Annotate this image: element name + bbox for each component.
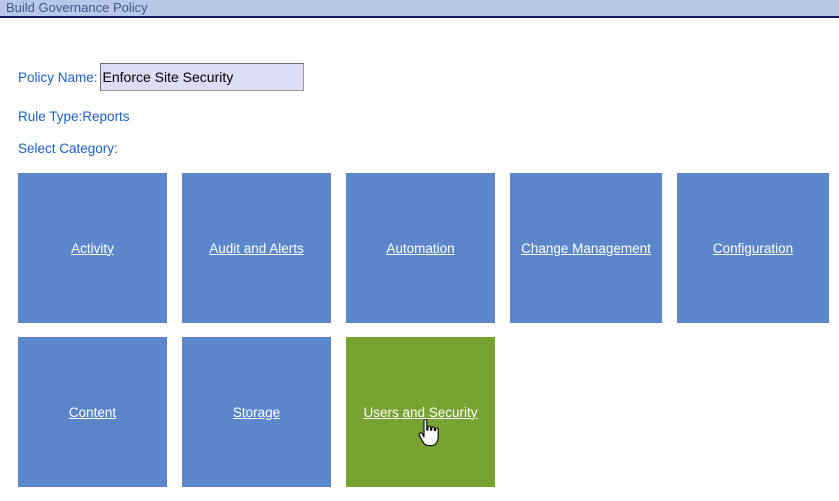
category-tile-activity[interactable]: Activity: [18, 173, 167, 323]
policy-name-input[interactable]: [99, 63, 304, 91]
category-tile-grid: Activity Audit and Alerts Automation Cha…: [18, 173, 839, 501]
rule-type-text: Rule Type:Reports: [18, 109, 130, 124]
policy-name-row: Policy Name:: [18, 62, 304, 92]
category-tile-change-management[interactable]: Change Management: [510, 173, 662, 323]
category-tile-label: Activity: [71, 240, 114, 256]
select-category-label: Select Category:: [18, 141, 118, 156]
category-tile-label: Audit and Alerts: [209, 240, 304, 256]
window-title-bar: Build Governance Policy: [0, 0, 839, 18]
category-tile-label: Content: [68, 404, 117, 420]
category-row-2: Content Storage Users and Security: [18, 337, 839, 487]
category-tile-automation[interactable]: Automation: [346, 173, 495, 323]
category-tile-label: Change Management: [521, 240, 651, 256]
category-tile-audit-and-alerts[interactable]: Audit and Alerts: [182, 173, 331, 323]
category-tile-label: Users and Security: [363, 404, 478, 420]
window-title: Build Governance Policy: [6, 0, 148, 15]
category-row-1: Activity Audit and Alerts Automation Cha…: [18, 173, 839, 323]
category-tile-configuration[interactable]: Configuration: [677, 173, 829, 323]
category-tile-label: Storage: [232, 404, 281, 420]
category-tile-storage[interactable]: Storage: [182, 337, 331, 487]
category-tile-label: Automation: [386, 240, 455, 256]
policy-name-label: Policy Name:: [18, 69, 98, 85]
category-tile-label: Configuration: [712, 240, 794, 256]
category-tile-content[interactable]: Content: [18, 337, 167, 487]
category-tile-users-and-security[interactable]: Users and Security: [346, 337, 495, 487]
